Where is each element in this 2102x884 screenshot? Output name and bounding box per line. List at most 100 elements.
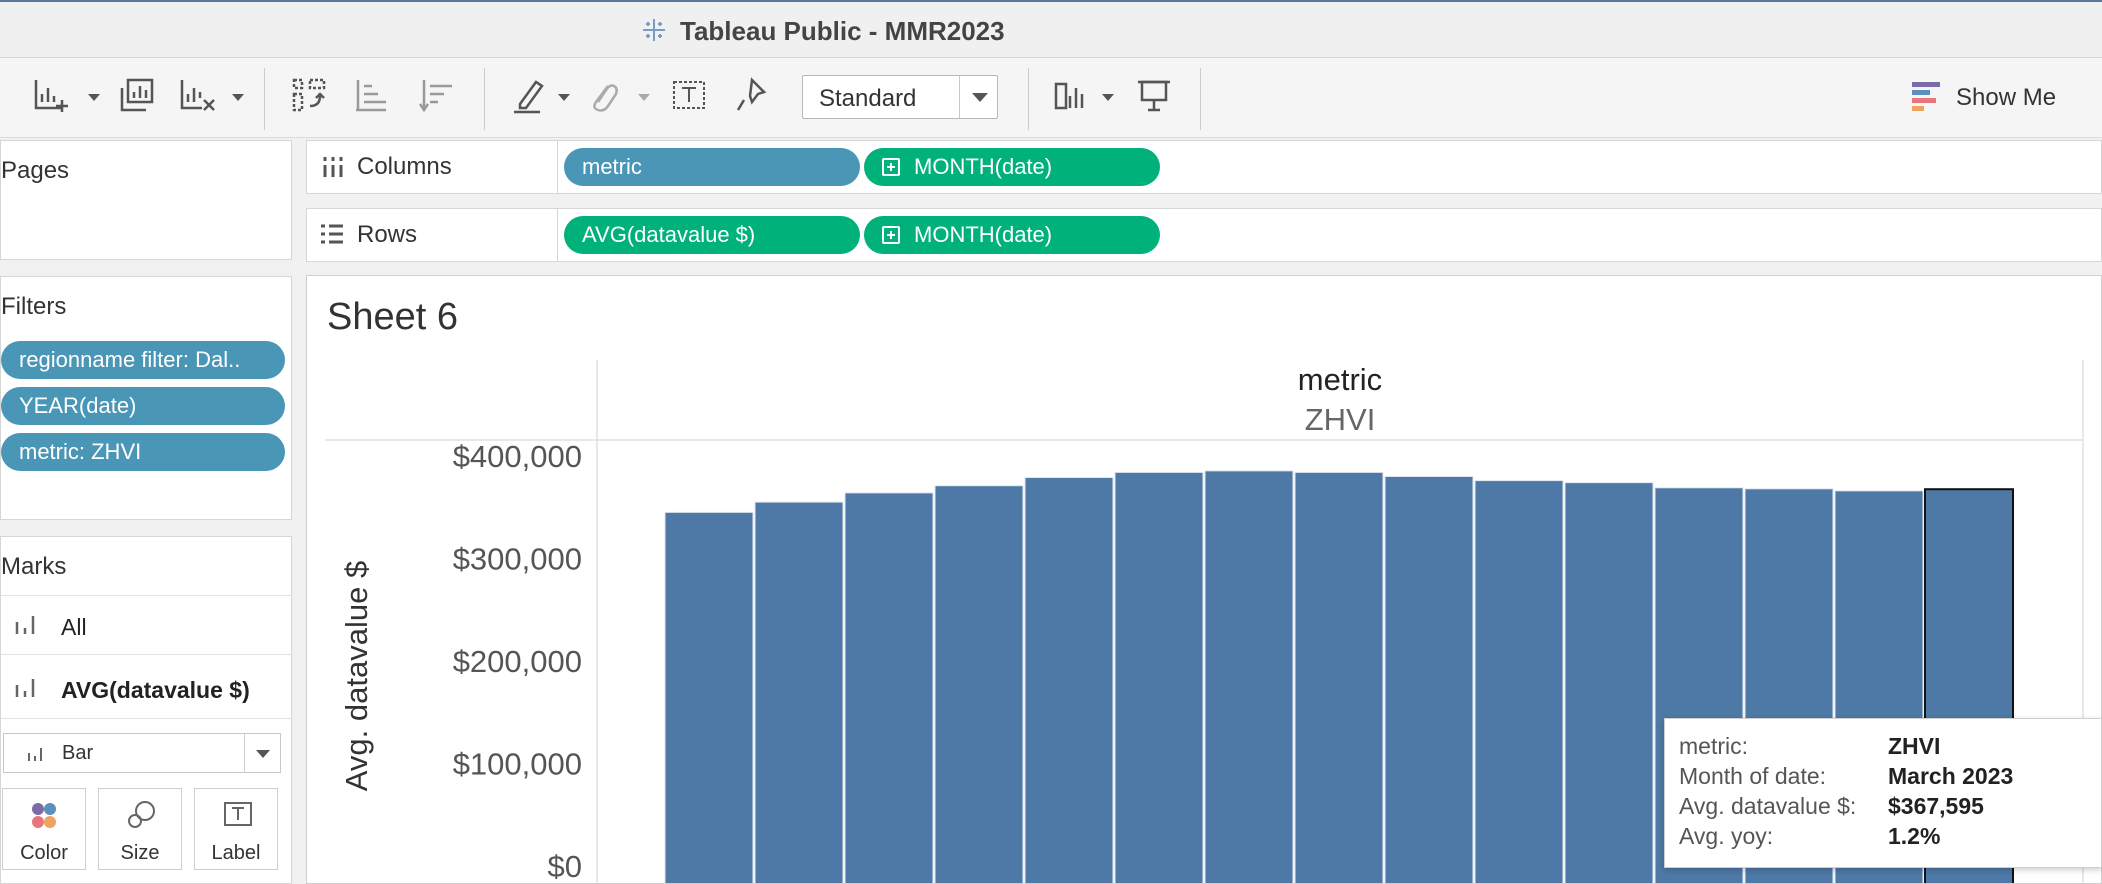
expand-plus-icon[interactable] bbox=[882, 226, 900, 244]
mark-type-select[interactable]: Bar bbox=[3, 733, 281, 773]
rows-shelf-label: Rows bbox=[357, 221, 418, 248]
chevron-down-icon[interactable] bbox=[244, 734, 280, 772]
color-palette-icon bbox=[32, 803, 56, 828]
new-worksheet-dropdown-icon[interactable] bbox=[88, 94, 100, 101]
tooltip-value: 1.2% bbox=[1888, 823, 1941, 849]
tooltip-row: Avg. yoy: 1.2% bbox=[1679, 823, 1940, 850]
column-pill-metric[interactable]: metric bbox=[564, 148, 860, 186]
highlight-icon[interactable] bbox=[510, 76, 550, 116]
marks-title: Marks bbox=[1, 553, 67, 580]
chevron-down-icon[interactable] bbox=[959, 76, 997, 118]
swap-rows-columns-icon[interactable] bbox=[290, 76, 330, 116]
tooltip-key: Avg. yoy: bbox=[1679, 823, 1774, 849]
bar[interactable] bbox=[664, 511, 754, 883]
tooltip-key: Avg. datavalue $: bbox=[1679, 793, 1857, 819]
bar[interactable] bbox=[934, 485, 1024, 883]
tooltip: metric: ZHVI Month of date: March 2023 Avg… bbox=[1664, 718, 2102, 868]
bar[interactable] bbox=[1474, 480, 1564, 883]
toolbar-divider bbox=[1200, 68, 1201, 130]
tooltip-value: $367,595 bbox=[1888, 793, 1984, 819]
marks-row-label: All bbox=[61, 614, 87, 640]
filters-card: Filters regionname filter: Dal.. YEAR(da… bbox=[0, 276, 292, 520]
sort-descending-icon[interactable] bbox=[418, 76, 458, 116]
column-header-field: metric bbox=[1298, 362, 1382, 397]
rows-shelf[interactable]: Rows AVG(datavalue $) MONTH(date) bbox=[306, 208, 2102, 262]
bar-chart-icon bbox=[28, 748, 42, 761]
window-title: Tableau Public - MMR2023 bbox=[680, 16, 1005, 46]
toolbar-divider bbox=[1028, 68, 1029, 130]
bar-chart-icon bbox=[15, 679, 35, 697]
columns-drop-area[interactable]: metric MONTH(date) bbox=[557, 141, 2102, 193]
y-tick-label: $300,000 bbox=[453, 542, 582, 577]
bar[interactable] bbox=[1384, 476, 1474, 884]
clear-sheet-icon[interactable] bbox=[178, 76, 218, 116]
rows-icon bbox=[321, 224, 343, 244]
tooltip-row: Month of date: March 2023 bbox=[1679, 763, 2013, 790]
show-me-label: Show Me bbox=[1956, 84, 2057, 111]
mark-type-value: Bar bbox=[62, 742, 94, 764]
marks-row-avg-datavalue[interactable]: AVG(datavalue $) bbox=[1, 659, 291, 719]
show-mark-labels-icon[interactable] bbox=[670, 76, 710, 116]
tooltip-row: metric: ZHVI bbox=[1679, 733, 1940, 760]
new-worksheet-icon[interactable] bbox=[32, 76, 72, 116]
column-pill-month-date[interactable]: MONTH(date) bbox=[864, 148, 1160, 186]
show-cards-dropdown-icon[interactable] bbox=[1102, 94, 1114, 101]
size-card-button[interactable]: Size bbox=[98, 788, 182, 870]
presentation-mode-icon[interactable] bbox=[1134, 76, 1174, 116]
bar[interactable] bbox=[1294, 471, 1384, 883]
y-axis-title: Avg. datavalue $ bbox=[339, 561, 374, 791]
pill-label: MONTH(date) bbox=[914, 222, 1053, 247]
pages-card: Pages bbox=[0, 140, 292, 260]
toolbar-divider bbox=[264, 68, 265, 130]
fix-axes-pin-icon[interactable] bbox=[732, 76, 772, 116]
tooltip-key: metric: bbox=[1679, 733, 1748, 759]
group-members-icon[interactable] bbox=[584, 76, 624, 116]
fit-view-select[interactable]: Standard bbox=[802, 75, 998, 119]
sort-ascending-icon[interactable] bbox=[352, 76, 392, 116]
row-pill-avg-datavalue[interactable]: AVG(datavalue $) bbox=[564, 216, 860, 254]
duplicate-sheet-icon[interactable] bbox=[118, 76, 158, 116]
size-card-label: Size bbox=[120, 842, 160, 864]
bar[interactable] bbox=[844, 492, 934, 883]
column-header-value: ZHVI bbox=[1305, 402, 1376, 437]
fit-view-value: Standard bbox=[819, 85, 917, 112]
expand-plus-icon[interactable] bbox=[882, 158, 900, 176]
bar[interactable] bbox=[754, 501, 844, 883]
highlight-dropdown-icon[interactable] bbox=[558, 94, 570, 101]
show-me-icon bbox=[1912, 82, 1940, 111]
filter-pill-metric[interactable]: metric: ZHVI bbox=[1, 433, 285, 471]
filter-pill-regionname[interactable]: regionname filter: Dal.. bbox=[1, 341, 285, 379]
tooltip-key: Month of date: bbox=[1679, 763, 1827, 789]
pill-label: MONTH(date) bbox=[914, 154, 1053, 179]
tableau-logo-icon bbox=[643, 19, 665, 41]
bar[interactable] bbox=[1564, 482, 1654, 883]
filter-pill-year[interactable]: YEAR(date) bbox=[1, 387, 285, 425]
row-pill-month-date[interactable]: MONTH(date) bbox=[864, 216, 1160, 254]
color-card-button[interactable]: Color bbox=[2, 788, 86, 870]
bar[interactable] bbox=[1024, 477, 1114, 883]
columns-shelf[interactable]: Columns metric MONTH(date) bbox=[306, 140, 2102, 194]
show-cards-icon[interactable] bbox=[1052, 76, 1092, 116]
y-tick-label: $100,000 bbox=[453, 747, 582, 782]
toolbar-divider bbox=[484, 68, 485, 130]
columns-icon bbox=[323, 157, 343, 177]
title-bar: Tableau Public - MMR2023 bbox=[0, 0, 2102, 58]
marks-row-all[interactable]: All bbox=[1, 595, 291, 655]
clear-sheet-dropdown-icon[interactable] bbox=[232, 94, 244, 101]
tooltip-value: ZHVI bbox=[1888, 733, 1941, 759]
bar-chart-icon bbox=[15, 616, 35, 634]
y-tick-label: $200,000 bbox=[453, 644, 582, 679]
tooltip-row: Avg. datavalue $: $367,595 bbox=[1679, 793, 1984, 820]
marks-row-label: AVG(datavalue $) bbox=[61, 677, 250, 703]
filters-title: Filters bbox=[1, 293, 67, 320]
color-card-label: Color bbox=[20, 842, 68, 864]
pages-title: Pages bbox=[1, 157, 70, 184]
toolbar: Standard Show Me bbox=[0, 58, 2102, 138]
rows-drop-area[interactable]: AVG(datavalue $) MONTH(date) bbox=[557, 209, 2102, 261]
group-dropdown-icon[interactable] bbox=[638, 94, 650, 101]
label-card-button[interactable]: Label bbox=[194, 788, 278, 870]
bar[interactable] bbox=[1114, 471, 1204, 883]
label-text-icon bbox=[224, 802, 252, 826]
bar[interactable] bbox=[1204, 470, 1294, 883]
y-tick-label: $400,000 bbox=[453, 439, 582, 474]
